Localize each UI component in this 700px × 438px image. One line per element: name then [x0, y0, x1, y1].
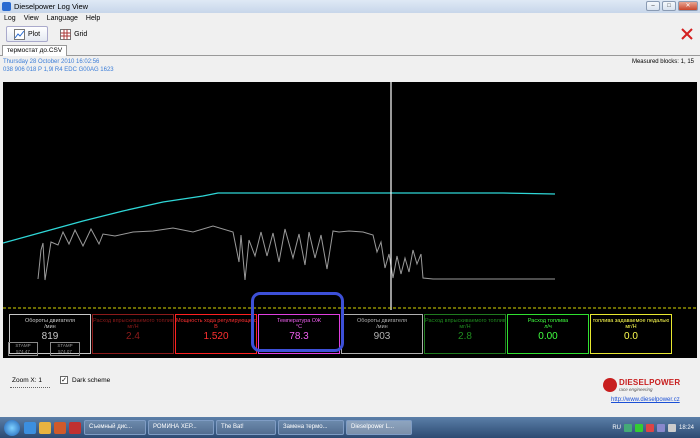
gauge-unit: /мин	[376, 324, 388, 330]
volume-icon[interactable]	[667, 423, 676, 432]
gauge-regulator: Мощность хода регулирующего В 1.520	[175, 314, 257, 354]
language-indicator[interactable]: RU	[612, 425, 621, 431]
taskbar: Съемный дис... РОМИНА ХЕР... The Bat! За…	[0, 417, 700, 438]
stamp-value: 574.47	[16, 349, 30, 354]
stamp-box-1: STAMP 574.47	[8, 342, 38, 356]
menu-log[interactable]: Log	[4, 15, 16, 22]
logo-sub: race engineering	[619, 387, 653, 392]
stamp-box-2: STAMP 574.07	[50, 342, 80, 356]
title-bar: Dieselpower Log View – □ ✕	[0, 0, 700, 13]
grid-label: Grid	[74, 30, 88, 38]
plot-label: Plot	[28, 30, 41, 38]
gauge-fuel-rate: Расход топлива л/ч 0.00	[507, 314, 589, 354]
gauge-value: 0.00	[538, 331, 558, 342]
clock[interactable]: 18:24	[679, 425, 694, 431]
start-button[interactable]	[4, 419, 20, 436]
zoom-slider[interactable]	[10, 386, 50, 388]
tray-icon-3[interactable]	[645, 423, 654, 432]
menu-language[interactable]: Language	[47, 15, 78, 22]
gauge-unit: В	[214, 324, 218, 330]
app-icon	[2, 2, 11, 11]
tray-icon-2[interactable]	[634, 423, 643, 432]
minimize-button[interactable]: –	[646, 1, 660, 11]
dieselpower-logo: DIESELPOWER race engineering	[603, 377, 685, 393]
task-the-bat[interactable]: The Bat!	[216, 420, 276, 435]
ecu-info: 038 906 018 P 1,9l R4 EDC G00AG 1623	[3, 67, 114, 73]
grid-button[interactable]: Grid	[52, 26, 95, 42]
maximize-button[interactable]: □	[662, 1, 676, 11]
plot-icon	[14, 28, 25, 40]
gauge-value: 819	[41, 331, 59, 342]
logo-main: DIESELPOWER	[619, 378, 681, 387]
toolbar: Plot Grid	[0, 24, 700, 44]
zoom-label: Zoom X: 1	[12, 377, 42, 384]
dark-scheme-label: Dark scheme	[72, 376, 111, 384]
gauge-value: 903	[373, 331, 391, 342]
gauge-unit: мг/Н	[625, 324, 637, 330]
tab-file[interactable]: термостат до.CSV	[2, 45, 68, 56]
system-tray: RU 18:24	[612, 417, 700, 438]
dark-scheme-toggle[interactable]: ✓ Dark scheme	[60, 376, 110, 384]
task-dieselpower[interactable]: Dieselpower L...	[346, 420, 412, 435]
gauge-unit: мг/Н	[127, 324, 139, 330]
close-window-button[interactable]: ✕	[678, 1, 698, 11]
rpm-trace	[37, 225, 555, 281]
ie-icon[interactable]	[24, 421, 36, 434]
menu-bar: Log View Language Help	[0, 13, 700, 23]
task-label: РОМИНА ХЕР...	[153, 424, 197, 430]
gauge-unit: мг/Н	[459, 324, 471, 330]
task-label: The Bat!	[221, 424, 244, 430]
tray-icon-1[interactable]	[623, 423, 632, 432]
logo-mark-icon	[603, 378, 617, 392]
close-log-icon[interactable]	[680, 27, 694, 41]
grid-icon	[60, 28, 72, 40]
gauge-unit: л/ч	[544, 324, 552, 330]
plot-button[interactable]: Plot	[6, 26, 49, 42]
website-link[interactable]: http://www.dieselpower.cz	[611, 397, 680, 403]
measured-blocks: Measured blocks: 1, 15	[631, 59, 694, 65]
tray-icon-4[interactable]	[656, 423, 665, 432]
gauge-unit: /мин	[44, 324, 56, 330]
gauge-value: 1.520	[203, 331, 229, 342]
task-thermostat[interactable]: Замена термо...	[278, 420, 344, 435]
gauge-pedal-fuel: топлива задаваемое педалью мг/Н 0.0	[590, 314, 672, 354]
gauge-panel: Обороты двигателя /мин 819 Расход впрыск…	[3, 310, 697, 358]
media-icon[interactable]	[54, 421, 66, 434]
tab-strip: термостат до.CSV	[0, 45, 700, 56]
bottom-panel: Zoom X: 1 ✓ Dark scheme DIESELPOWER race…	[0, 360, 700, 415]
task-label: Замена термо...	[283, 424, 328, 430]
plot-area[interactable]	[3, 82, 697, 310]
menu-help[interactable]: Help	[86, 15, 100, 22]
explorer-icon[interactable]	[39, 421, 51, 434]
coolant-temp-trace	[3, 192, 556, 244]
task-removable-disk[interactable]: Съемный дис...	[84, 420, 146, 435]
menu-view[interactable]: View	[24, 15, 39, 22]
gauge-value: 2.8	[458, 331, 472, 342]
gauge-value: 2.4	[126, 331, 140, 342]
gauge-injection-1: Расход впрыскиваемого топлива мг/Н 2.4	[92, 314, 174, 354]
window-title: Dieselpower Log View	[14, 2, 89, 11]
log-date: Thursday 28 October 2010 16:02:56	[3, 59, 100, 65]
task-label: Dieselpower L...	[351, 424, 395, 430]
gauge-rpm-2: Обороты двигателя /мин 903	[341, 314, 423, 354]
highlight-annotation	[251, 292, 344, 352]
task-romina[interactable]: РОМИНА ХЕР...	[148, 420, 214, 435]
stamp-value: 574.07	[58, 349, 72, 354]
gauge-injection-2: Расход впрыскиваемого топлива мг/Н 2.8	[424, 314, 506, 354]
gauge-value: 0.0	[624, 331, 638, 342]
dark-scheme-checkbox[interactable]: ✓	[60, 376, 68, 384]
task-label: Съемный дис...	[89, 424, 133, 430]
app-quicklaunch-icon[interactable]	[69, 421, 81, 434]
